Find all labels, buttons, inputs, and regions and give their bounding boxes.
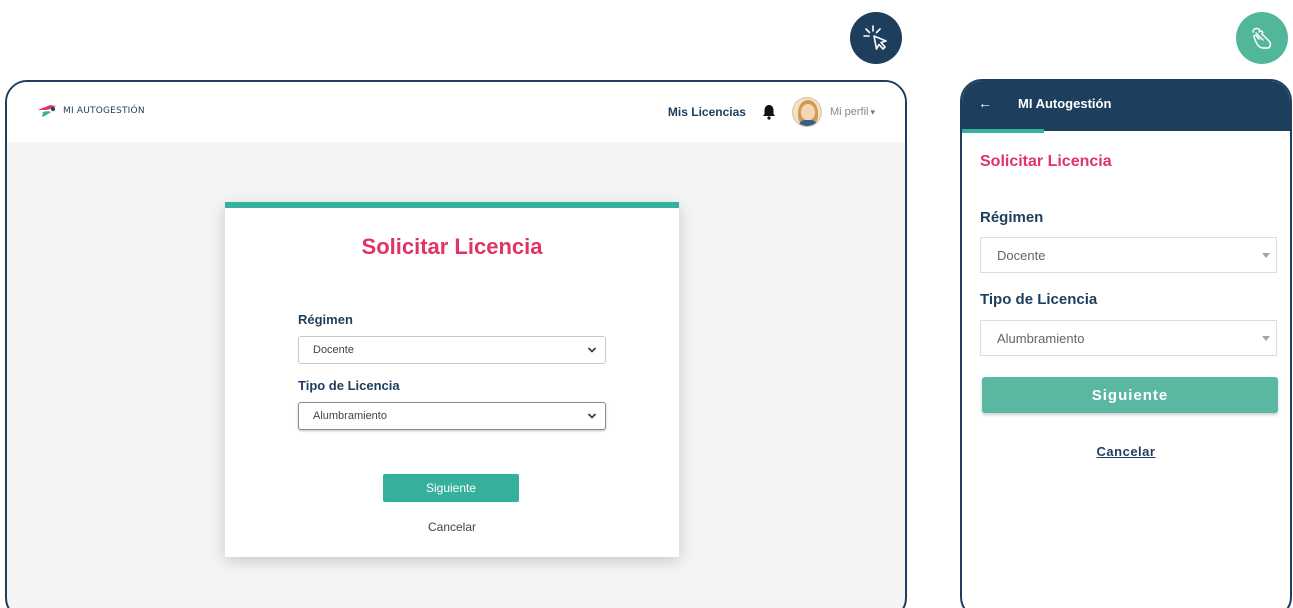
- page-title: Solicitar Licencia: [361, 234, 543, 259]
- profile-label: Mi perfil: [829, 106, 869, 118]
- cancelar-link[interactable]: Cancelar: [225, 520, 679, 534]
- chevron-down-icon: [587, 347, 597, 353]
- nav-right: Mis Licencias Mi perfil ▾: [668, 94, 875, 130]
- brand-name: MI AUTOGESTIÓN: [63, 106, 145, 116]
- regimen-label: Régimen: [298, 312, 353, 327]
- mobile-window: ← MI Autogestión Solicitar Licencia Régi…: [960, 79, 1292, 608]
- top-navbar: MI AUTOGESTIÓN Mis Licencias Mi perfil ▾: [7, 82, 905, 142]
- regimen-select[interactable]: Docente: [298, 336, 606, 364]
- brand-mark-icon: [38, 105, 56, 117]
- mobile-siguiente-button[interactable]: Siguiente: [982, 377, 1278, 413]
- tipo-licencia-label: Tipo de Licencia: [298, 378, 400, 393]
- mobile-regimen-label: Régimen: [980, 209, 1044, 226]
- avatar[interactable]: [791, 97, 822, 127]
- cursor-click-icon: [863, 25, 887, 50]
- nav-link-mis-licencias[interactable]: Mis Licencias: [668, 105, 746, 119]
- mobile-tipo-licencia-value: Alumbramiento: [997, 330, 1085, 346]
- mobile-tipo-licencia-select[interactable]: Alumbramiento: [980, 320, 1277, 356]
- regimen-value: Docente: [313, 344, 354, 356]
- mobile-app-title: MI Autogestión: [1018, 96, 1112, 111]
- hand-touch-icon: [1252, 27, 1272, 49]
- back-arrow-icon[interactable]: ←: [978, 95, 992, 111]
- mobile-header: ← MI Autogestión: [962, 81, 1290, 131]
- desktop-window: MI AUTOGESTIÓN Mis Licencias Mi perfil ▾…: [5, 80, 907, 608]
- tipo-licencia-value: Alumbramiento: [313, 410, 387, 422]
- mobile-tipo-licencia-label: Tipo de Licencia: [980, 291, 1098, 308]
- mobile-regimen-value: Docente: [997, 247, 1046, 263]
- siguiente-button[interactable]: Siguiente: [383, 474, 519, 502]
- brand-logo[interactable]: MI AUTOGESTIÓN: [37, 104, 145, 118]
- bell-icon[interactable]: [760, 103, 778, 121]
- mobile-cancelar-link[interactable]: Cancelar: [962, 444, 1290, 459]
- mobile-page-title: Solicitar Licencia: [980, 153, 1112, 170]
- hand-touch-badge: [1236, 12, 1288, 64]
- tipo-licencia-select[interactable]: Alumbramiento: [298, 402, 606, 430]
- progress-bar: [962, 129, 1044, 133]
- caret-down-icon: ▾: [870, 106, 875, 117]
- dropdown-arrow-icon: [1262, 336, 1270, 341]
- solicitar-licencia-card: Solicitar Licencia Régimen Docente Tipo …: [225, 202, 679, 557]
- dropdown-arrow-icon: [1262, 253, 1270, 258]
- chevron-down-icon: [587, 413, 597, 419]
- cursor-click-badge: [850, 12, 902, 64]
- mobile-regimen-select[interactable]: Docente: [980, 237, 1277, 273]
- profile-menu[interactable]: Mi perfil ▾: [791, 97, 875, 127]
